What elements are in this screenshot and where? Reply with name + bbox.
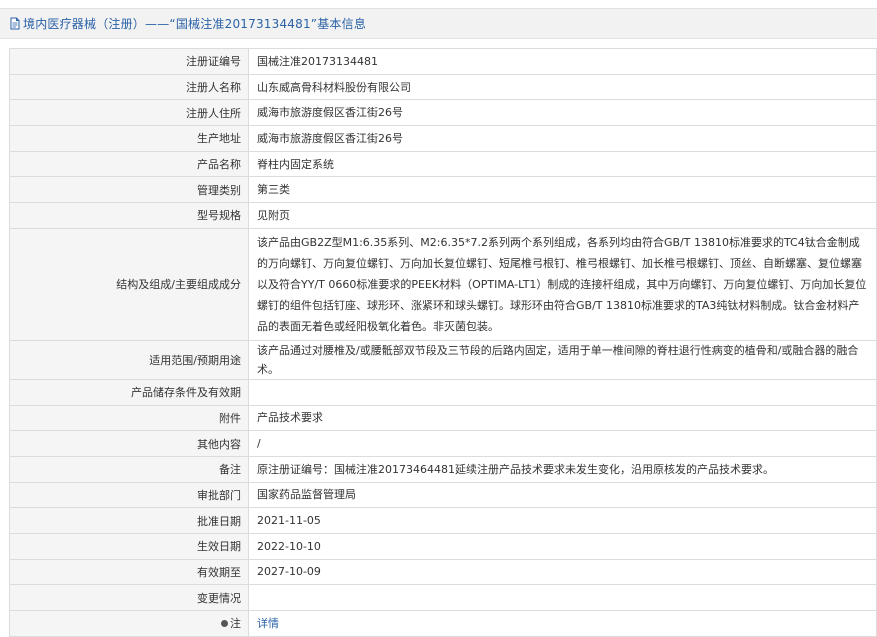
table-row: 型号规格 见附页: [9, 202, 877, 229]
row-label: 注: [230, 617, 241, 631]
table-row: 注册证编号 国械注准20173134481: [9, 48, 877, 75]
note-row-label: 注: [9, 610, 249, 637]
table-row: 产品名称 脊柱内固定系统: [9, 150, 877, 178]
row-value: 产品技术要求: [248, 404, 877, 432]
table-row: 其他内容 /: [9, 430, 877, 457]
row-value: 原注册证编号：国械注准20173464481延续注册产品技术要求未发生变化，沿用…: [248, 455, 877, 483]
row-value: [248, 378, 877, 406]
table-row: 备注 原注册证编号：国械注准20173464481延续注册产品技术要求未发生变化…: [9, 455, 877, 483]
table-row: 附件 产品技术要求: [9, 404, 877, 432]
table-row: 管理类别 第三类: [9, 176, 877, 204]
row-label: 附件: [9, 404, 249, 432]
row-value: 威海市旅游度假区香江街26号: [248, 125, 877, 152]
row-label: 变更情况: [9, 584, 249, 611]
row-value: 国械注准20173134481: [248, 48, 877, 75]
row-value: /: [248, 430, 877, 457]
table-row: 注册人住所 威海市旅游度假区香江街26号: [9, 99, 877, 127]
row-value: 第三类: [248, 176, 877, 204]
table-row: 有效期至 2027-10-09: [9, 558, 877, 586]
details-link[interactable]: 详情: [257, 617, 279, 630]
table-row: 注册人名称 山东威高骨科材料股份有限公司: [9, 73, 877, 101]
row-label: 结构及组成/主要组成成分: [9, 227, 249, 341]
row-value: 脊柱内固定系统: [248, 150, 877, 178]
row-value: 山东威高骨科材料股份有限公司: [248, 73, 877, 101]
row-value: 2021-11-05: [248, 507, 877, 534]
row-label: 产品名称: [9, 150, 249, 178]
row-value: 见附页: [248, 202, 877, 229]
row-value: 该产品由GB2Z型M1:6.35系列、M2:6.35*7.2系列两个系列组成，各…: [248, 227, 877, 341]
row-value: 详情: [248, 610, 877, 637]
pin-icon: [221, 619, 228, 627]
table-row: 注 详情: [9, 610, 877, 637]
row-label: 生产地址: [9, 125, 249, 152]
row-label: 适用范围/预期用途: [9, 339, 249, 380]
table-row: 结构及组成/主要组成成分 该产品由GB2Z型M1:6.35系列、M2:6.35*…: [9, 227, 877, 341]
table-row: 生效日期 2022-10-10: [9, 532, 877, 560]
row-label: 产品储存条件及有效期: [9, 378, 249, 406]
document-icon: [9, 17, 21, 30]
row-value: 国家药品监督管理局: [248, 481, 877, 509]
row-value: 威海市旅游度假区香江街26号: [248, 99, 877, 127]
page: 境内医疗器械（注册）——“国械注准20173134481”基本信息 注册证编号 …: [0, 0, 877, 637]
row-label: 有效期至: [9, 558, 249, 586]
row-label: 其他内容: [9, 430, 249, 457]
table-row: 批准日期 2021-11-05: [9, 507, 877, 534]
page-title: 境内医疗器械（注册）——“国械注准20173134481”基本信息: [23, 17, 367, 31]
table-row: 变更情况: [9, 584, 877, 611]
row-value: 该产品通过对腰椎及/或腰骶部双节段及三节段的后路内固定，适用于单一椎间隙的脊柱退…: [248, 339, 877, 380]
table-row: 生产地址 威海市旅游度假区香江街26号: [9, 125, 877, 152]
row-label: 备注: [9, 455, 249, 483]
row-value: 2027-10-09: [248, 558, 877, 586]
table-row: 审批部门 国家药品监督管理局: [9, 481, 877, 509]
row-label: 生效日期: [9, 532, 249, 560]
row-value: [248, 584, 877, 611]
row-label: 注册人名称: [9, 73, 249, 101]
row-label: 型号规格: [9, 202, 249, 229]
row-value: 2022-10-10: [248, 532, 877, 560]
table-row: 适用范围/预期用途 该产品通过对腰椎及/或腰骶部双节段及三节段的后路内固定，适用…: [9, 339, 877, 380]
row-label: 注册人住所: [9, 99, 249, 127]
info-table: 注册证编号 国械注准20173134481 注册人名称 山东威高骨科材料股份有限…: [9, 48, 877, 637]
row-label: 注册证编号: [9, 48, 249, 75]
row-label: 审批部门: [9, 481, 249, 509]
row-label: 管理类别: [9, 176, 249, 204]
row-label: 批准日期: [9, 507, 249, 534]
table-row: 产品储存条件及有效期: [9, 378, 877, 406]
page-header: 境内医疗器械（注册）——“国械注准20173134481”基本信息: [0, 8, 877, 39]
